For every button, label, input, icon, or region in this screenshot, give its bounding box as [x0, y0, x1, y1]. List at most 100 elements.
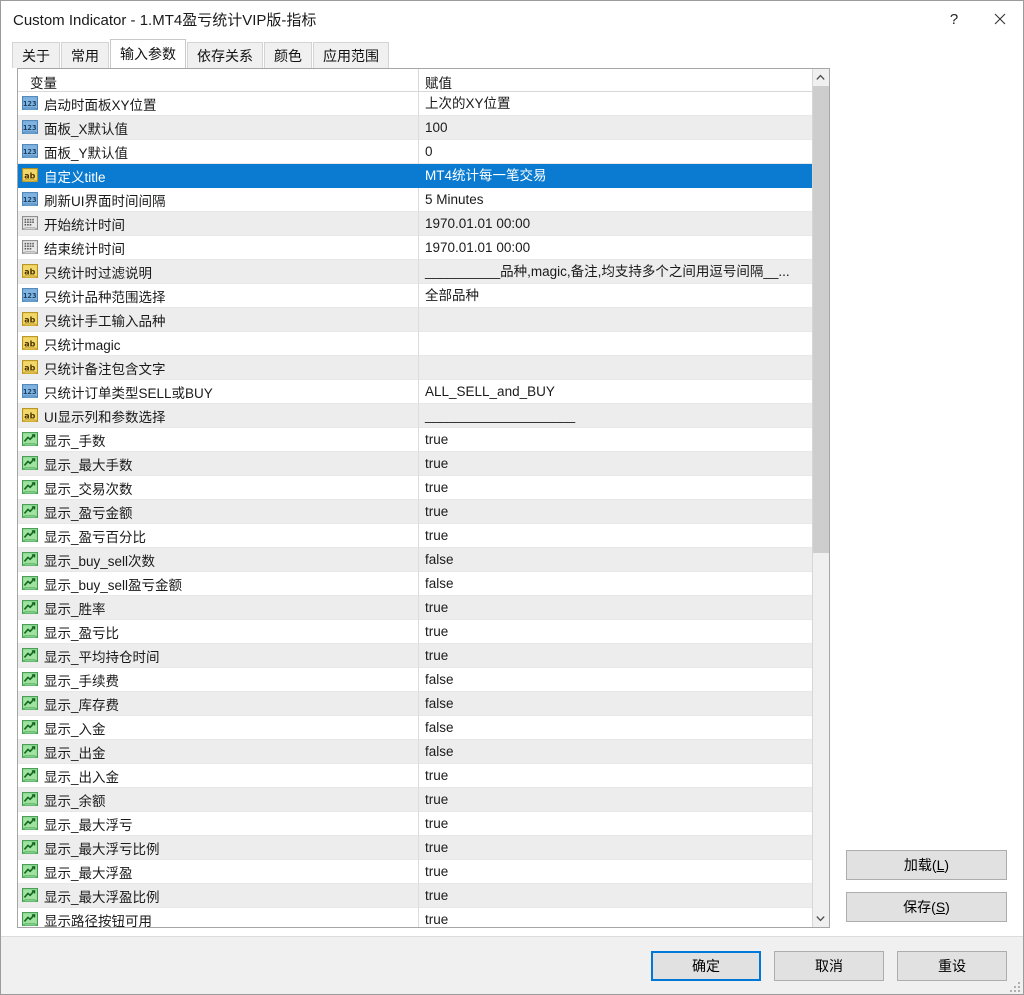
table-row[interactable]: 显示_平均持仓时间 true — [18, 643, 812, 668]
cell-value[interactable]: false — [418, 691, 812, 716]
cell-variable[interactable]: 123 面板_X默认值 — [18, 118, 418, 138]
cell-value[interactable]: false — [418, 715, 812, 740]
table-row[interactable]: 显示_最大浮盈比例 true — [18, 883, 812, 908]
cell-variable[interactable]: 显示_buy_sell次数 — [18, 550, 418, 570]
table-row[interactable]: 显示_手数 true — [18, 427, 812, 452]
table-row[interactable]: ab 只统计时过滤说明 __________品种,magic,备注,均支持多个之间用… — [18, 259, 812, 284]
reset-button[interactable]: 重设 — [897, 950, 1007, 981]
table-row[interactable]: 显示_最大浮亏比例 true — [18, 835, 812, 860]
close-button[interactable] — [977, 1, 1023, 37]
table-row[interactable]: 123 只统计订单类型SELL或BUY ALL_SELL_and_BUY — [18, 379, 812, 404]
cell-value[interactable]: 1970.01.01 00:00 — [418, 235, 812, 260]
scroll-down-button[interactable] — [812, 910, 829, 927]
cell-variable[interactable]: 123 只统计订单类型SELL或BUY — [18, 382, 418, 402]
table-row[interactable]: 显示_出入金 true — [18, 763, 812, 788]
cell-variable[interactable]: 显示_最大浮盈比例 — [18, 886, 418, 906]
table-row[interactable]: 显示_出金 false — [18, 739, 812, 764]
cell-value[interactable]: __________品种,magic,备注,均支持多个之间用逗号间隔__... — [418, 259, 812, 284]
cell-variable[interactable]: 显示_库存费 — [18, 694, 418, 714]
cell-value[interactable]: true — [418, 883, 812, 908]
cell-value[interactable]: true — [418, 835, 812, 860]
cell-variable[interactable]: 显示_盈亏百分比 — [18, 526, 418, 546]
cell-variable[interactable]: 结束统计时间 — [18, 238, 418, 258]
cell-value[interactable]: MT4统计每一笔交易 — [418, 163, 812, 188]
tab-0[interactable]: 关于 — [12, 42, 60, 68]
table-row[interactable]: 显示_盈亏比 true — [18, 619, 812, 644]
cell-variable[interactable]: 123 面板_Y默认值 — [18, 142, 418, 162]
table-row[interactable]: 显示_库存费 false — [18, 691, 812, 716]
cell-value[interactable]: 上次的XY位置 — [418, 91, 812, 116]
tab-3[interactable]: 依存关系 — [187, 42, 263, 68]
table-row[interactable]: 123 刷新UI界面时间间隔 5 Minutes — [18, 187, 812, 212]
cell-variable[interactable]: 显示_最大浮盈 — [18, 862, 418, 882]
cell-value[interactable]: 全部品种 — [418, 283, 812, 308]
cell-variable[interactable]: 显示_最大手数 — [18, 454, 418, 474]
cell-variable[interactable]: 显示_出入金 — [18, 766, 418, 786]
cell-value[interactable]: true — [418, 523, 812, 548]
cell-variable[interactable]: 123 启动时面板XY位置 — [18, 94, 418, 114]
cell-variable[interactable]: 显示_出金 — [18, 742, 418, 762]
cell-variable[interactable]: 显示_手数 — [18, 430, 418, 450]
scrollbar-thumb[interactable] — [812, 86, 829, 553]
cell-variable[interactable]: 显示_最大浮亏 — [18, 814, 418, 834]
tab-1[interactable]: 常用 — [61, 42, 109, 68]
cell-variable[interactable]: ab 只统计时过滤说明 — [18, 262, 418, 282]
tab-2[interactable]: 输入参数 — [110, 39, 186, 68]
load-button[interactable]: 加载(L) — [845, 850, 1007, 880]
cell-variable[interactable]: ab 自定义title — [18, 166, 418, 186]
table-row[interactable]: 显示_最大浮盈 true — [18, 859, 812, 884]
cell-variable[interactable]: 显示_盈亏金额 — [18, 502, 418, 522]
cell-value[interactable]: true — [418, 763, 812, 788]
cell-variable[interactable]: 显示_余额 — [18, 790, 418, 810]
table-row[interactable]: 显示_buy_sell次数 false — [18, 547, 812, 572]
cell-variable[interactable]: 123 只统计品种范围选择 — [18, 286, 418, 306]
table-row[interactable]: ab 自定义title MT4统计每一笔交易 — [18, 163, 812, 188]
cell-value[interactable]: 0 — [418, 139, 812, 164]
cell-value[interactable]: 100 — [418, 115, 812, 140]
table-row[interactable]: 开始统计时间 1970.01.01 00:00 — [18, 211, 812, 236]
cell-variable[interactable]: ab UI显示列和参数选择 — [18, 406, 418, 426]
cell-variable[interactable]: 显示_盈亏比 — [18, 622, 418, 642]
scroll-up-button[interactable] — [812, 69, 829, 86]
table-row[interactable]: ab UI显示列和参数选择 ____________________ — [18, 403, 812, 428]
table-row[interactable]: ab 只统计手工输入品种 — [18, 307, 812, 332]
cell-value[interactable]: true — [418, 859, 812, 884]
table-row[interactable]: 123 启动时面板XY位置 上次的XY位置 — [18, 91, 812, 116]
table-row[interactable]: ab 只统计magic — [18, 331, 812, 356]
cell-value[interactable]: false — [418, 571, 812, 596]
table-row[interactable]: 显示_盈亏金额 true — [18, 499, 812, 524]
table-row[interactable]: 123 只统计品种范围选择 全部品种 — [18, 283, 812, 308]
cell-value[interactable]: true — [418, 787, 812, 812]
cell-value[interactable]: ____________________ — [418, 403, 812, 428]
cell-value[interactable]: ALL_SELL_and_BUY — [418, 379, 812, 404]
vertical-scrollbar[interactable] — [811, 69, 829, 927]
cell-value[interactable] — [418, 331, 812, 356]
cell-variable[interactable]: 开始统计时间 — [18, 214, 418, 234]
cell-value[interactable]: true — [418, 643, 812, 668]
cell-variable[interactable]: 显示_平均持仓时间 — [18, 646, 418, 666]
cell-variable[interactable]: 显示_交易次数 — [18, 478, 418, 498]
table-row[interactable]: 显示_最大浮亏 true — [18, 811, 812, 836]
cell-value[interactable]: true — [418, 595, 812, 620]
cell-value[interactable]: true — [418, 451, 812, 476]
cell-value[interactable]: true — [418, 427, 812, 452]
cell-variable[interactable]: 显示_最大浮亏比例 — [18, 838, 418, 858]
table-row[interactable]: 显示_buy_sell盈亏金额 false — [18, 571, 812, 596]
ok-button[interactable]: 确定 — [651, 950, 761, 981]
table-row[interactable]: ab 只统计备注包含文字 — [18, 355, 812, 380]
cell-value[interactable] — [418, 355, 812, 380]
cell-variable[interactable]: ab 只统计magic — [18, 334, 418, 354]
column-header-value[interactable]: 赋值 — [418, 69, 812, 91]
cell-value[interactable]: false — [418, 547, 812, 572]
cell-variable[interactable]: 显示_胜率 — [18, 598, 418, 618]
tab-4[interactable]: 颜色 — [264, 42, 312, 68]
table-row[interactable]: 显示_手续费 false — [18, 667, 812, 692]
tab-5[interactable]: 应用范围 — [313, 42, 389, 68]
table-row[interactable]: 显示_交易次数 true — [18, 475, 812, 500]
help-button[interactable]: ? — [931, 1, 977, 37]
table-row[interactable]: 显示路径按钮可用 true — [18, 907, 812, 927]
resize-grip[interactable] — [1008, 980, 1020, 992]
cell-value[interactable]: true — [418, 499, 812, 524]
cell-variable[interactable]: 显示路径按钮可用 — [18, 910, 418, 927]
cell-value[interactable] — [418, 307, 812, 332]
